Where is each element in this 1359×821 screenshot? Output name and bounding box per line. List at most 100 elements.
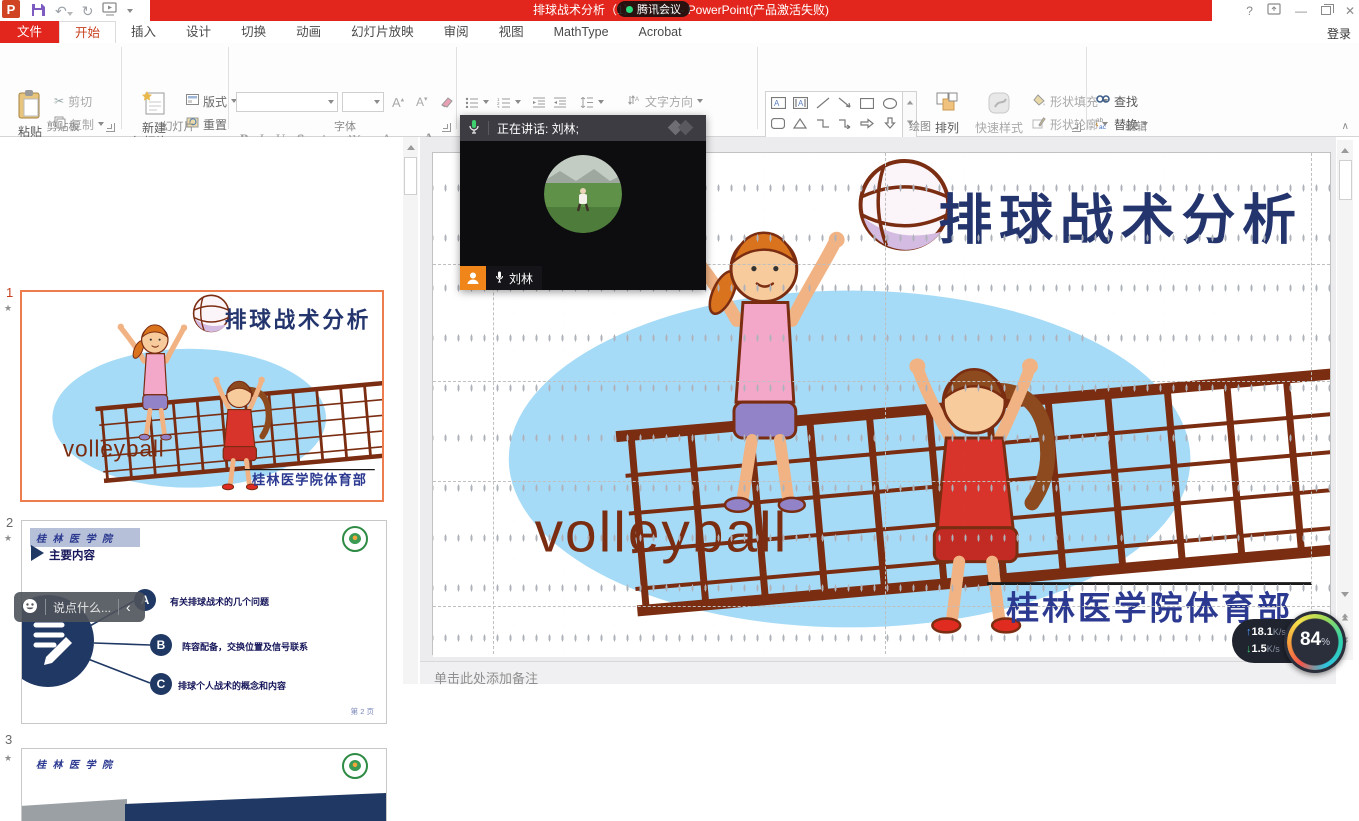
speaker-avatar [544,155,622,233]
tab-transitions[interactable]: 切换 [226,21,281,43]
shape-elbow-arrow-icon[interactable] [834,113,856,133]
shape-oval-icon[interactable] [879,93,901,113]
tab-home[interactable]: 开始 [59,21,116,43]
slide2-item-a: 有关排球战术的几个问题 [170,595,269,608]
svg-text:ab: ab [1096,117,1104,124]
thumbnail-scrollbar[interactable] [403,137,418,684]
shape-arrow-icon[interactable] [834,93,856,113]
thumb-scroll-up-icon[interactable] [403,140,418,155]
increase-indent-icon[interactable] [553,92,567,112]
drawing-dialog-launcher-icon[interactable] [1072,123,1081,132]
tab-design[interactable]: 设计 [171,21,226,43]
cut-button[interactable]: ✂剪切 [54,91,92,111]
download-speed: 1.5 [1252,643,1267,655]
slide-scrollbar[interactable] [1337,140,1353,660]
help-button[interactable]: ? [1246,4,1253,18]
shape-triangle-icon[interactable] [789,113,811,133]
emoji-icon[interactable] [22,598,38,617]
qat-customize-icon[interactable] [127,9,133,13]
tab-mathtype[interactable]: MathType [539,21,624,43]
chat-input-placeholder[interactable]: 说点什么... [53,599,111,616]
powerpoint-logo-icon[interactable]: P [2,0,22,22]
tab-review[interactable]: 审阅 [429,21,484,43]
meeting-video-area: 刘林 [460,141,706,290]
font-name-input[interactable] [240,95,328,109]
clear-formatting-icon[interactable] [440,92,453,112]
shape-vertical-textbox-icon[interactable]: A [789,93,811,113]
tab-insert[interactable]: 插入 [116,21,171,43]
speaker-name: 刘林 [509,270,533,287]
slide-thumbnail-3[interactable]: 桂 林 医 学 院 [21,748,387,821]
login-link[interactable]: 登录 [1327,25,1351,42]
increase-font-button[interactable]: A▴ [392,92,404,112]
tencent-meeting-pill[interactable]: 腾讯会议 [617,1,690,17]
ribbon-display-options-icon[interactable] [1267,3,1281,18]
slide-thumbnail-1[interactable] [20,290,384,502]
group-label-font: 字体 [300,118,390,134]
find-icon [1096,94,1110,109]
find-button[interactable]: 查找 [1096,91,1138,111]
undo-icon[interactable]: ↶ [55,4,73,18]
font-size-combobox[interactable] [342,92,384,112]
tab-acrobat[interactable]: Acrobat [624,21,697,43]
meeting-logo-icon [668,120,698,136]
layout-button[interactable]: 版式 [186,91,237,111]
bullets-button[interactable] [465,92,489,112]
scroll-down-icon[interactable] [1337,587,1352,602]
ribbon-tabs: 文件 开始 插入 设计 切换 动画 幻灯片放映 审阅 视图 MathType A… [0,21,1359,43]
tab-animations[interactable]: 动画 [281,21,336,43]
meeting-video-window[interactable]: 正在讲话: 刘林; 刘林 [460,115,706,290]
close-button[interactable]: ✕ [1345,4,1355,18]
slide-2-animation-star-icon: ★ [4,533,12,544]
tab-view[interactable]: 视图 [484,21,539,43]
arrange-icon [934,90,960,119]
performance-gauge[interactable]: 84% [1284,611,1346,673]
notes-pane[interactable]: 单击此处添加备注 [420,661,1336,684]
redo-icon[interactable]: ↻ [82,4,94,18]
save-icon[interactable] [31,2,46,20]
participant-icon [460,266,486,290]
slide-1-animation-star-icon: ★ [4,303,12,314]
shape-rounded-rectangle-icon[interactable] [767,113,789,133]
new-slide-icon [141,90,167,119]
layout-icon [186,94,199,108]
clipboard-dialog-launcher-icon[interactable] [106,123,115,132]
line-spacing-button[interactable] [580,92,604,112]
gauge-percent: 84 [1300,629,1321,651]
meeting-chat-bar[interactable]: 说点什么... ‹ [14,592,145,622]
scroll-up-icon[interactable] [1337,143,1352,158]
shape-right-arrow-icon[interactable] [856,113,878,133]
shape-elbow-connector-icon[interactable] [812,113,834,133]
decrease-indent-icon[interactable] [532,92,546,112]
shape-line-icon[interactable] [812,93,834,113]
tab-file[interactable]: 文件 [0,21,59,43]
numbering-button[interactable]: 123 [497,92,521,112]
decrease-font-button[interactable]: A▾ [416,92,428,112]
svg-text:A: A [635,97,639,103]
quick-styles-button[interactable]: 快速样式 [972,90,1026,141]
collapse-ribbon-icon[interactable]: ∧ [1342,121,1349,132]
gauge-unit: % [1321,637,1330,648]
shape-fill-icon [1032,94,1046,109]
chat-divider [118,599,119,615]
restore-button[interactable] [1321,6,1331,15]
speaking-mic-icon [468,119,480,137]
minimize-button[interactable]: — [1295,4,1307,18]
tag-mic-icon [495,271,504,286]
slide-2-number: 2 [6,515,13,530]
slide-thumbnail-2[interactable]: 桂 林 医 学 院 主要内容 A B C 有关排球战术的几个问题 阵容配备，交换… [21,520,387,724]
tab-slideshow[interactable]: 幻灯片放映 [336,21,429,43]
text-direction-button[interactable]: A文字方向 [628,91,703,111]
font-size-input[interactable] [346,95,374,109]
shapes-scroll-up-icon[interactable] [906,100,912,104]
shape-rectangle-icon[interactable] [856,93,878,113]
font-name-combobox[interactable] [236,92,338,112]
slide3-bottom-band [22,793,386,821]
upload-speed: 18.1 [1252,626,1273,638]
scrollbar-thumb[interactable] [1339,160,1352,200]
start-slideshow-icon[interactable] [102,2,118,19]
thumb-scrollbar-thumb[interactable] [404,157,417,195]
collapse-chat-icon[interactable]: ‹ [126,599,131,615]
font-dialog-launcher-icon[interactable] [442,123,451,132]
shape-textbox-icon[interactable]: A [767,93,789,113]
